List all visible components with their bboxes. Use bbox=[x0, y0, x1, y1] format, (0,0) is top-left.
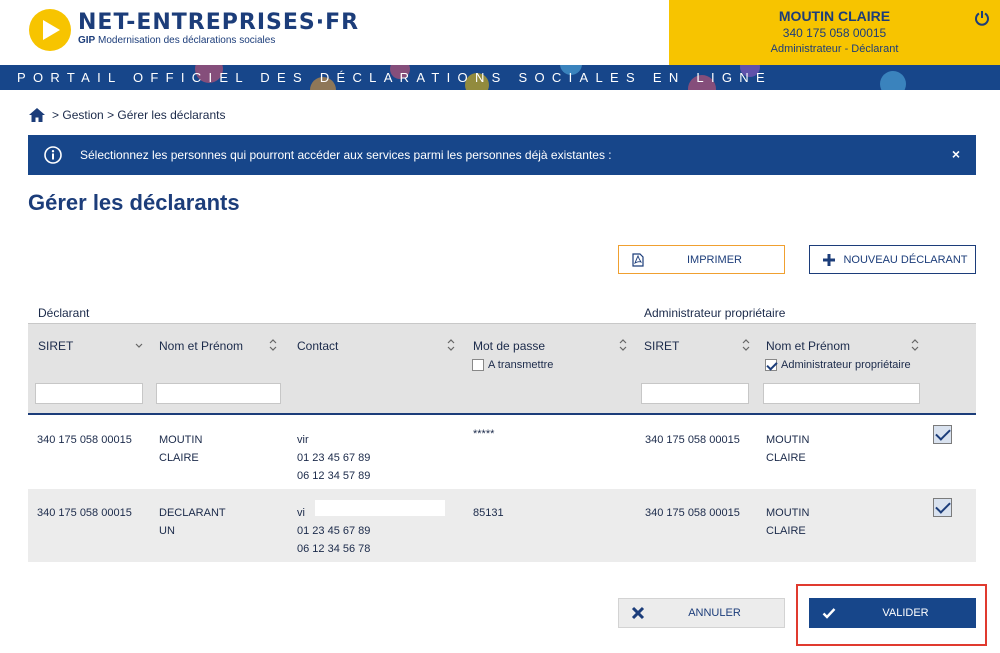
checkbox[interactable] bbox=[765, 359, 777, 371]
info-icon bbox=[44, 146, 62, 164]
column-mdp[interactable]: Mot de passe bbox=[473, 339, 545, 353]
checkbox[interactable] bbox=[472, 359, 484, 371]
column-contact[interactable]: Contact bbox=[297, 339, 338, 353]
print-button[interactable]: IMPRIMER bbox=[618, 245, 785, 274]
table-row[interactable]: 340 175 058 00015 DECLARANT UN vi 01 23 45… bbox=[28, 489, 976, 562]
cancel-button[interactable]: ANNULER bbox=[618, 598, 785, 628]
logo-title[interactable]: NET-ENTREPRISES·FR bbox=[78, 10, 359, 35]
row-select-checkbox[interactable] bbox=[933, 425, 952, 444]
banner-text: PORTAIL OFFICIEL DES DÉCLARATIONS SOCIAL… bbox=[17, 70, 772, 85]
sort-icon[interactable] bbox=[268, 338, 278, 352]
plus-icon bbox=[823, 253, 835, 266]
page-title: Gérer les déclarants bbox=[28, 190, 240, 215]
breadcrumb-separator: > bbox=[52, 108, 60, 122]
table-header: SIRET Nom et Prénom Contact Mot de passe… bbox=[28, 323, 976, 413]
column-nom[interactable]: Nom et Prénom bbox=[159, 339, 243, 353]
close-icon[interactable]: × bbox=[952, 146, 960, 162]
sort-icon[interactable] bbox=[446, 338, 456, 352]
sort-icon[interactable] bbox=[910, 338, 920, 352]
chevron-down-icon[interactable] bbox=[134, 338, 144, 352]
site-header: NET-ENTREPRISES·FR GIP Modernisation des… bbox=[0, 0, 1000, 65]
sort-icon[interactable] bbox=[741, 338, 751, 352]
cancel-button-label: ANNULER bbox=[688, 607, 741, 619]
sort-icon[interactable] bbox=[618, 338, 628, 352]
logo-subtitle: GIP Modernisation des déclarations socia… bbox=[78, 35, 276, 46]
admin-siret-filter-input[interactable] bbox=[641, 383, 749, 404]
user-name: MOUTIN CLAIRE bbox=[778, 8, 891, 24]
info-alert: Sélectionnez les personnes qui pourront … bbox=[28, 135, 976, 175]
new-declarant-label: NOUVEAU DÉCLARANT bbox=[843, 253, 968, 266]
admin-owner-filter[interactable]: Administrateur propriétaire bbox=[765, 359, 911, 371]
group-declarant-label: Déclarant bbox=[38, 306, 90, 320]
user-role: Administrateur - Déclarant bbox=[770, 43, 899, 55]
row-select-checkbox[interactable] bbox=[933, 498, 952, 517]
user-siret: 340 175 058 00015 bbox=[782, 26, 887, 40]
alert-text: Sélectionnez les personnes qui pourront … bbox=[80, 148, 612, 162]
home-icon[interactable] bbox=[28, 107, 46, 123]
breadcrumb: > Gestion > Gérer les déclarants bbox=[28, 106, 225, 124]
print-button-label: IMPRIMER bbox=[687, 253, 742, 266]
breadcrumb-current: Gérer les déclarants bbox=[117, 108, 226, 122]
admin-nom-filter-input[interactable] bbox=[763, 383, 920, 404]
highlight-box bbox=[796, 584, 987, 646]
user-panel: MOUTIN CLAIRE 340 175 058 00015 Administ… bbox=[669, 0, 1000, 65]
table-row[interactable]: 340 175 058 00015 MOUTIN CLAIRE vir 01 23 … bbox=[28, 416, 976, 489]
group-admin-label: Administrateur propriétaire bbox=[644, 306, 786, 320]
breadcrumb-gestion[interactable]: Gestion bbox=[62, 108, 103, 122]
nom-filter-input[interactable] bbox=[156, 383, 281, 404]
breadcrumb-separator: > bbox=[107, 108, 115, 122]
siret-filter-input[interactable] bbox=[35, 383, 143, 404]
column-admin-nom[interactable]: Nom et Prénom bbox=[766, 339, 850, 353]
logo-play-icon[interactable] bbox=[29, 9, 71, 51]
column-siret[interactable]: SIRET bbox=[38, 339, 73, 353]
mdp-transmettre-filter[interactable]: A transmettre bbox=[472, 359, 553, 371]
power-icon[interactable] bbox=[974, 10, 990, 26]
new-declarant-button[interactable]: NOUVEAU DÉCLARANT bbox=[809, 245, 976, 274]
column-admin-siret[interactable]: SIRET bbox=[644, 339, 679, 353]
pdf-icon bbox=[632, 252, 644, 267]
portal-banner: PORTAIL OFFICIEL DES DÉCLARATIONS SOCIAL… bbox=[0, 65, 1000, 90]
close-icon bbox=[631, 606, 645, 620]
